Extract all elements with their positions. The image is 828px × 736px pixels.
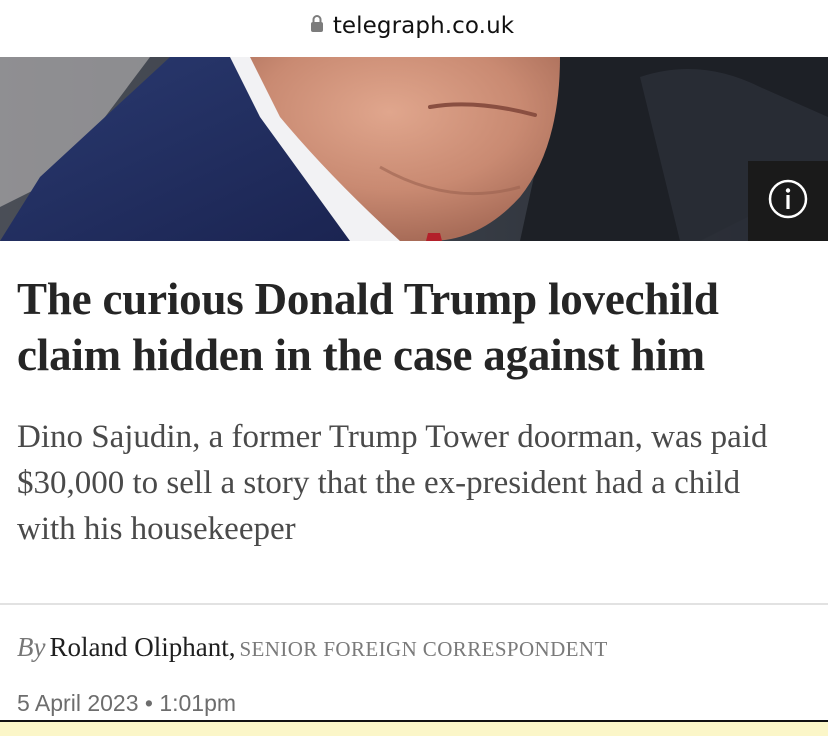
publish-date: 5 April 2023 • 1:01pm: [17, 690, 236, 717]
byline: By Roland Oliphant, Senior Foreign Corre…: [17, 632, 608, 663]
divider: [0, 603, 828, 605]
url-text: telegraph.co.uk: [332, 13, 515, 39]
author-role: Senior Foreign Correspondent: [239, 637, 608, 661]
image-info-button[interactable]: [748, 161, 828, 241]
article-headline: The curious Donald Trump lovechild claim…: [17, 274, 719, 380]
date-text: 5 April 2023: [17, 690, 139, 716]
hero-image: [0, 57, 828, 241]
url-display[interactable]: telegraph.co.uk: [310, 13, 514, 39]
lock-icon: [310, 14, 324, 38]
address-bar[interactable]: telegraph.co.uk: [0, 0, 828, 56]
info-icon: [767, 178, 809, 225]
article-standfirst: Dino Sajudin, a former Trump Tower doorm…: [17, 419, 768, 547]
date-separator: •: [138, 690, 160, 716]
byline-prefix: By: [17, 632, 46, 662]
author-link[interactable]: Roland Oliphant,: [49, 632, 235, 662]
time-text: 1:01pm: [159, 690, 237, 716]
